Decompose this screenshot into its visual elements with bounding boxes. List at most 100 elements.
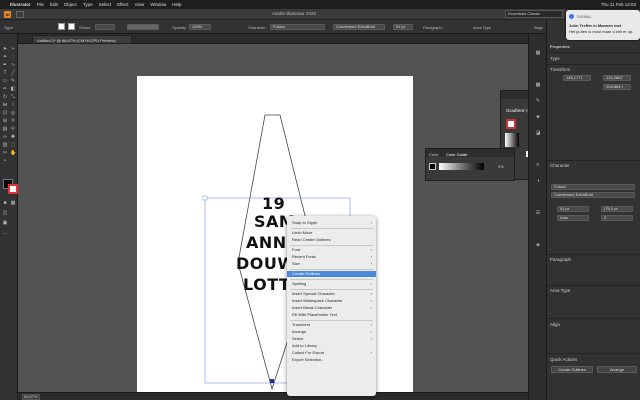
chevron-right-icon: › [370,261,372,266]
menu-item-label: Arrange [292,329,307,334]
arrange-button[interactable]: Arrange [597,366,637,373]
section-quick-actions: Quick Actions [550,357,578,362]
color-tab[interactable]: Color [429,152,439,157]
color-fill-swatch[interactable] [429,163,436,170]
layers-icon[interactable]: ◈ [535,242,541,248]
properties-kerning-field[interactable]: Auto [557,215,589,221]
menu-item-label: Create Outlines [292,271,320,276]
color-guide-tab[interactable]: Color Guide [446,152,467,157]
symbols-icon[interactable]: ♣ [535,114,541,120]
notification-app: SIGNAL [577,14,592,19]
properties-size-field[interactable]: 51 pt [557,206,589,212]
context-menu-item-insert-whitespace-character[interactable]: Insert Whitespace Character › [287,298,376,304]
context-menu-item-undo-move[interactable]: Undo Move [287,230,376,236]
notification-title: John Treffer in Mannen met [569,23,622,28]
properties-style-dropdown[interactable]: Condensed ExtraBold [551,192,635,198]
appearance-icon[interactable]: ☰ [535,210,541,216]
create-outlines-button[interactable]: Create Outlines [551,366,593,373]
menu-item-label: Insert Break Character [292,305,333,310]
properties-tracking-field[interactable]: 0 [601,215,633,221]
y-field[interactable]: 232,2867 [603,75,631,81]
menu-item-label: Font [292,247,301,252]
context-menu-item-insert-break-character[interactable]: Insert Break Character › [287,305,376,311]
chevron-right-icon: › [370,305,372,310]
context-menu-item-add-to-library[interactable]: Add to Library [287,343,376,349]
section-paragraph: Paragraph [550,257,572,262]
context-menu-item-arrange[interactable]: Arrange › [287,329,376,335]
x-field[interactable]: 145,1771 [563,75,591,81]
status-bar: 66,67% [18,392,528,400]
tab-properties[interactable]: Properties [550,44,570,49]
h-field[interactable]: 208,864 r [603,84,631,90]
notification-body: Het ja-tien is mooi maar d ziet er op. [569,29,634,34]
context-menu-item-redo-create-outlines[interactable]: Redo Create Outlines [287,237,376,243]
color-percent: 0% [498,164,504,169]
context-menu-item-insert-special-character[interactable]: Insert Special Character › [287,291,376,297]
context-menu-item-create-outlines[interactable]: Create Outlines [287,271,376,277]
section-align: Align [550,322,561,327]
menu-item-label: Transform [292,322,311,327]
menu-separator [290,228,373,229]
transparency-icon[interactable]: ◑ [535,178,541,184]
context-menu-item-size[interactable]: Size › [287,261,376,267]
gradient-preview-swatch[interactable] [505,133,519,147]
menu-item-label: Size [292,261,300,266]
stroke-panel-icon[interactable]: ≡ [535,162,541,168]
color-panel[interactable]: Color Color Guide 0% [425,148,515,181]
chevron-right-icon: › [370,220,372,225]
menu-separator [290,245,373,246]
menu-item-label: Insert Special Character [292,291,335,296]
menu-item-label: Add to Library [292,343,317,348]
zoom-field[interactable]: 66,67% [22,394,40,400]
menu-item-label: Export Selection... [292,357,325,362]
context-menu-item-fill-with-placeholder-text[interactable]: Fill With Placeholder Text [287,312,376,318]
color-ramp[interactable] [439,163,484,170]
section-character: Character [550,163,570,168]
context-menu-item-spelling[interactable]: Spelling › [287,281,376,287]
context-menu: Snap to Glyph › Undo Move Redo Create Outli… [287,216,376,396]
menu-item-label: Collect For Export [292,350,325,355]
menu-item-label: Snap to Glyph [292,220,318,225]
menu-separator [290,320,373,321]
context-menu-item-transform[interactable]: Transform › [287,322,376,328]
handle-top-left [202,195,208,201]
properties-font-dropdown[interactable]: Futura [551,184,635,190]
chevron-right-icon: › [370,247,372,252]
section-transform: Transform [550,67,571,72]
chevron-right-icon: › [370,254,372,259]
brushes-icon[interactable]: ✎ [535,98,541,104]
swatches-icon[interactable]: ▩ [535,82,541,88]
context-menu-item-collect-for-export[interactable]: Collect For Export › [287,350,376,356]
menu-separator [290,279,373,280]
section-area-type: Area Type [550,288,571,293]
gradient-panel-title: Gradient [506,108,525,113]
context-menu-item-recent-fonts[interactable]: Recent Fonts › [287,254,376,260]
menu-separator [290,269,373,270]
context-menu-item-snap-to-glyph[interactable]: Snap to Glyph › [287,220,376,226]
signal-app-icon [569,14,574,19]
chevron-right-icon: › [370,322,372,327]
menu-item-label: Fill With Placeholder Text [292,312,337,317]
chevron-right-icon: › [370,291,372,296]
libraries-icon[interactable]: ▦ [535,50,541,56]
art-text-line-1[interactable]: 19 [262,194,285,213]
section-type: Type [550,56,560,61]
signal-notification[interactable]: SIGNAL John Treffer in Mannen met Het ja… [566,10,640,40]
context-menu-item-select[interactable]: Select › [287,336,376,342]
menu-item-label: Insert Whitespace Character [292,298,343,303]
menu-item-label: Redo Create Outlines [292,237,331,242]
properties-panel: Properties Type Transform 145,1771 232,2… [546,20,640,400]
handle-bottom-center [270,379,274,383]
chevron-right-icon: › [370,281,372,286]
menu-item-label: Recent Fonts [292,254,316,259]
chevron-right-icon: › [370,329,372,334]
gradient-stroke-swatch[interactable] [506,119,516,129]
graphic-styles-icon[interactable]: ◪ [535,130,541,136]
menu-item-label: Spelling [292,281,307,286]
context-menu-item-font[interactable]: Font › [287,247,376,253]
properties-leading-field[interactable]: (75,2 pt [601,206,633,212]
menu-item-label: Select [292,336,304,341]
context-menu-item-export-selection[interactable]: Export Selection... [287,357,376,363]
panel-dock-strip: ▦ ▩ ✎ ♣ ◪ ≡ ◑ ☰ ◈ [528,34,546,400]
chevron-right-icon: › [370,336,372,341]
